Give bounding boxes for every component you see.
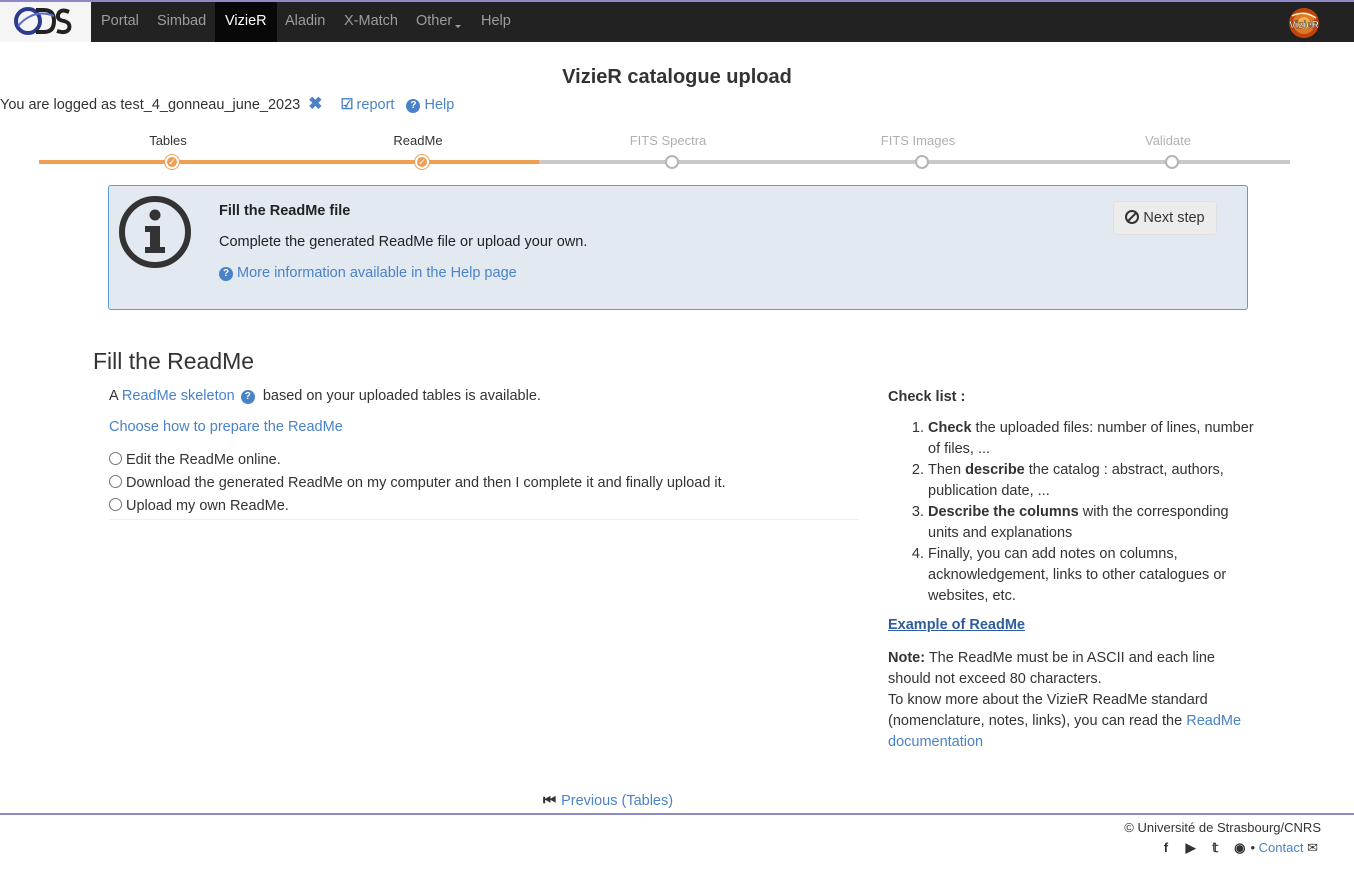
login-status: You are logged as test_4_gonneau_june_20…	[0, 94, 454, 114]
info-circle-icon	[118, 195, 192, 273]
nav-simbad[interactable]: Simbad	[147, 2, 216, 42]
more-text: To know more about the VizieR ReadMe sta…	[888, 692, 1208, 729]
help-page-link-label: More information available in the Help p…	[237, 265, 517, 281]
list-item: Then describe the catalog : abstract, au…	[928, 460, 1258, 502]
list-item: Finally, you can add notes on columns, a…	[928, 544, 1258, 607]
divider	[109, 519, 859, 520]
list-item: Describe the columns with the correspond…	[928, 502, 1258, 544]
social-links: f ▶ 𝕥 ◉ • Contact ✉	[1152, 840, 1318, 856]
separator-dot: •	[1250, 840, 1256, 855]
youtube-icon[interactable]: ▶	[1184, 840, 1198, 856]
nav-other-dropdown[interactable]: Other	[406, 2, 471, 42]
step-label-validate: Validate	[1144, 133, 1191, 148]
step-label-readme[interactable]: ReadMe	[348, 133, 488, 148]
github-icon[interactable]: ◉	[1233, 840, 1247, 856]
step-check-icon[interactable]: ✓	[165, 155, 179, 169]
step-dot-icon	[1165, 155, 1179, 169]
option-edit-online[interactable]: Edit the ReadMe online.	[109, 452, 281, 468]
vizier-logo-text: VizieR	[1289, 20, 1320, 31]
info-title: Fill the ReadMe file	[219, 203, 351, 219]
nav-xmatch[interactable]: X-Match	[334, 2, 408, 42]
list-item-prefix: Then	[928, 462, 966, 478]
nav-other-label: Other	[416, 13, 453, 29]
nav-aladin[interactable]: Aladin	[275, 2, 335, 42]
option-download-generated[interactable]: Download the generated ReadMe on my comp…	[109, 475, 726, 491]
list-item-bold: Describe the columns	[928, 504, 1079, 520]
checklist-title: Check list :	[888, 389, 966, 405]
ban-icon	[1125, 210, 1140, 224]
copyright: © Université de Strasbourg/CNRS	[1124, 820, 1321, 835]
report-label: report	[356, 97, 395, 113]
readme-note: Note: The ReadMe must be in ASCII and ea…	[888, 648, 1258, 753]
list-item-bold: Check	[928, 420, 972, 436]
footer-divider	[0, 813, 1354, 815]
section-title: Fill the ReadMe	[93, 348, 255, 374]
username: test_4_gonneau_june_2023	[120, 97, 301, 113]
chevron-down-icon	[455, 25, 462, 28]
question-circle-icon: ?	[219, 267, 233, 281]
question-circle-icon: ?	[406, 99, 421, 113]
choose-readme-method-link[interactable]: Choose how to prepare the ReadMe	[109, 419, 343, 435]
help-link[interactable]: ? Help	[406, 97, 454, 113]
check-square-icon: ☑	[340, 97, 354, 113]
step-backward-icon: ⏮	[543, 793, 557, 809]
previous-label: Previous (Tables)	[561, 793, 674, 809]
option-label: Edit the ReadMe online.	[126, 452, 281, 468]
info-text: Complete the generated ReadMe file or up…	[219, 234, 588, 250]
radio-download-generated[interactable]	[109, 475, 122, 488]
step-dot-icon	[665, 155, 679, 169]
top-navbar: Portal Simbad VizieR Aladin X-Match Othe…	[0, 0, 1354, 42]
readme-skeleton-link[interactable]: ReadMe skeleton	[122, 388, 235, 404]
example-readme-link[interactable]: Example of ReadMe	[888, 617, 1025, 633]
step-label-fits-spectra: FITS Spectra	[629, 133, 707, 148]
list-item-text: Finally, you can add notes on columns, a…	[928, 546, 1227, 604]
list-item-bold: describe	[965, 462, 1025, 478]
previous-tables-link[interactable]: ⏮ Previous (Tables)	[543, 793, 673, 809]
question-circle-icon[interactable]: ?	[240, 390, 255, 404]
cds-logo[interactable]	[0, 2, 91, 42]
step-label-tables[interactable]: Tables	[98, 133, 238, 148]
help-page-link[interactable]: ? More information available in the Help …	[219, 265, 517, 281]
step-progress-done	[39, 160, 539, 164]
step-check-icon[interactable]: ✓	[415, 155, 429, 169]
list-item-text: the uploaded files: number of lines, num…	[928, 420, 1254, 457]
option-label: Download the generated ReadMe on my comp…	[126, 475, 726, 491]
skeleton-info: A ReadMe skeleton ? based on your upload…	[109, 388, 541, 404]
twitter-icon[interactable]: 𝕥	[1208, 840, 1222, 856]
logout-close-icon[interactable]: ✖	[308, 94, 322, 113]
envelope-icon[interactable]: ✉	[1307, 840, 1318, 855]
option-upload-own[interactable]: Upload my own ReadMe.	[109, 498, 289, 514]
nav-portal[interactable]: Portal	[91, 2, 149, 42]
page-title: VizieR catalogue upload	[562, 66, 792, 88]
note-label: Note:	[888, 650, 926, 666]
help-label: Help	[424, 97, 455, 113]
option-label: Upload my own ReadMe.	[126, 498, 289, 514]
nav-vizier[interactable]: VizieR	[215, 2, 277, 42]
info-alert: Fill the ReadMe file Complete the genera…	[108, 185, 1248, 310]
next-step-label: Next step	[1143, 210, 1205, 226]
facebook-icon[interactable]: f	[1159, 840, 1173, 855]
list-item: Check the uploaded files: number of line…	[928, 418, 1258, 460]
note-text: The ReadMe must be in ASCII and each lin…	[888, 650, 1215, 687]
vizier-logo[interactable]: VizieR	[1287, 6, 1321, 40]
step-dot-icon	[915, 155, 929, 169]
step-label-fits-images: FITS Images	[880, 133, 956, 148]
checklist: Check list : Check the uploaded files: n…	[888, 387, 1258, 607]
skeleton-suffix: based on your uploaded tables is availab…	[262, 388, 541, 404]
report-link[interactable]: ☑ report	[341, 97, 395, 113]
nav-help[interactable]: Help	[471, 2, 521, 42]
next-step-button[interactable]: Next step	[1113, 201, 1217, 235]
radio-upload-own[interactable]	[109, 498, 122, 511]
radio-edit-online[interactable]	[109, 452, 122, 465]
contact-link[interactable]: Contact	[1259, 840, 1304, 855]
checklist-list: Check the uploaded files: number of line…	[888, 418, 1258, 607]
logged-prefix: You are logged as	[0, 97, 117, 113]
skeleton-prefix: A	[109, 388, 118, 404]
